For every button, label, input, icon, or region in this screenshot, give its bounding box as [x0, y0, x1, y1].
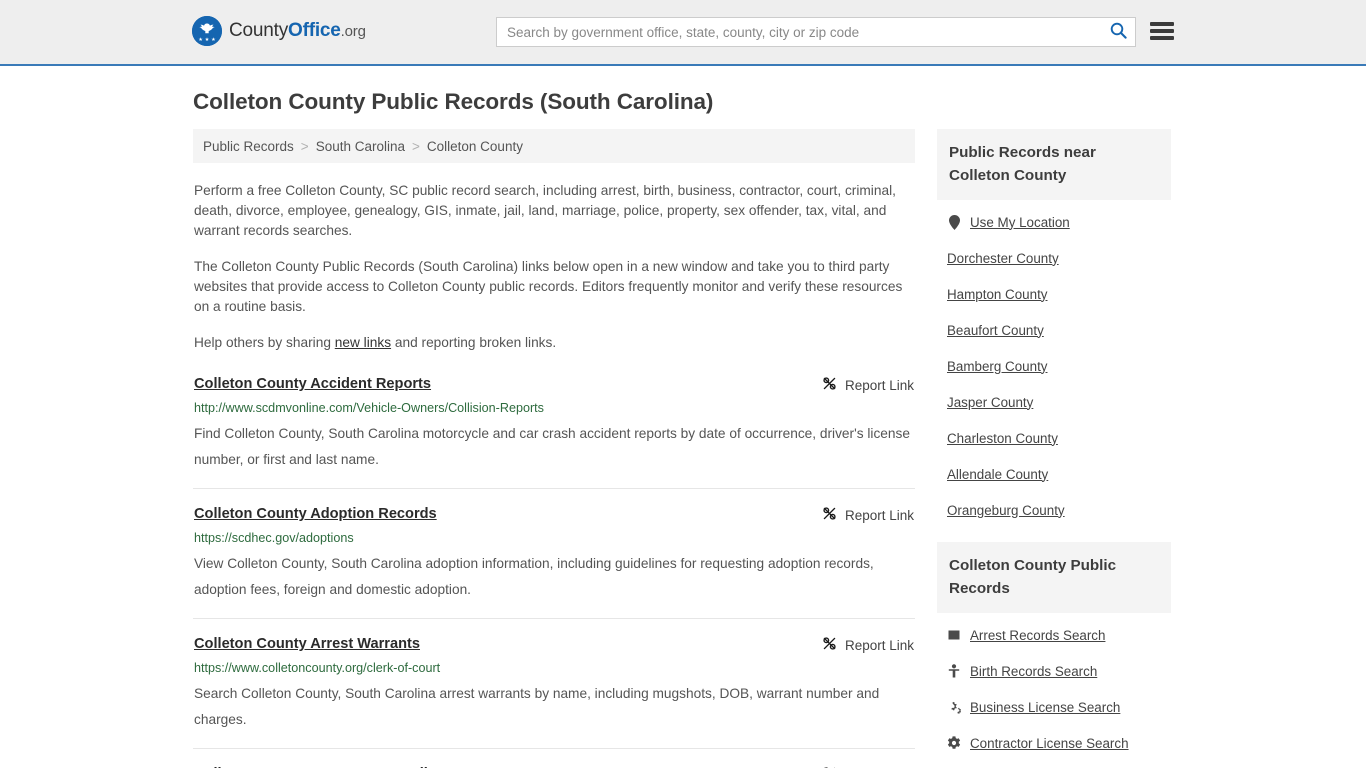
- result-item: Colleton County Arrest Warrants Report L…: [193, 635, 915, 749]
- county-records-panel: Colleton County Public Records Arrest Re…: [937, 542, 1171, 768]
- baby-icon: [947, 664, 961, 679]
- sidebar-item-hampton-county[interactable]: Hampton County: [947, 276, 1171, 312]
- result-header: Colleton County Adoption Records Report …: [194, 505, 914, 524]
- sidebar-item-orangeburg-county[interactable]: Orangeburg County: [947, 492, 1171, 528]
- result-description: Find Colleton County, South Carolina mot…: [194, 426, 910, 467]
- intro-paragraph-3: Help others by sharing new links and rep…: [194, 333, 914, 353]
- report-link-button[interactable]: Report Link: [822, 635, 914, 654]
- cogs-icon: [947, 700, 961, 715]
- main-column: Public Records > South Carolina > Collet…: [193, 129, 915, 768]
- hamburger-bar: [1150, 22, 1174, 26]
- site-header: CountyOffice.org: [0, 0, 1366, 66]
- result-title-link[interactable]: Colleton County Arrest Warrants: [194, 635, 420, 654]
- intro-paragraph-2: The Colleton County Public Records (Sout…: [194, 259, 903, 314]
- search-icon: [1110, 22, 1127, 42]
- sidebar-link-label[interactable]: Jasper County: [947, 395, 1033, 410]
- new-links-link[interactable]: new links: [335, 335, 391, 350]
- sidebar-link-label[interactable]: Dorchester County: [947, 251, 1059, 266]
- sidebar-link-label[interactable]: Allendale County: [947, 467, 1048, 482]
- map-pin-icon: [947, 214, 961, 230]
- content-container: Colleton County Public Records (South Ca…: [193, 89, 1173, 768]
- result-title-link[interactable]: Colleton County Adoption Records: [194, 505, 437, 524]
- sidebar-item-beaufort-county[interactable]: Beaufort County: [947, 312, 1171, 348]
- search-input[interactable]: [497, 18, 1101, 46]
- report-link-label: Report Link: [844, 637, 914, 653]
- report-link-button[interactable]: Report Link: [822, 505, 914, 524]
- breadcrumb-item-south-carolina[interactable]: South Carolina: [316, 139, 405, 154]
- intro-p3-after: and reporting broken links.: [391, 335, 557, 350]
- sidebar-item-allendale-county[interactable]: Allendale County: [947, 456, 1171, 492]
- result-title-link[interactable]: Colleton County Accident Reports: [194, 375, 431, 394]
- hamburger-bar: [1150, 36, 1174, 40]
- result-item: Colleton County Accident Reports Report …: [193, 375, 915, 489]
- sidebar-item-birth-records-search[interactable]: Birth Records Search: [947, 653, 1171, 689]
- sidebar-link-label[interactable]: Bamberg County: [947, 359, 1047, 374]
- eagle-seal-icon: [192, 16, 222, 46]
- sidebar-item-court-records-search[interactable]: Court Records Search: [947, 761, 1171, 768]
- broken-link-icon: [822, 506, 837, 524]
- breadcrumb-item-colleton-county[interactable]: Colleton County: [427, 139, 523, 154]
- search-bar[interactable]: [496, 17, 1136, 47]
- sidebar-link-label[interactable]: Charleston County: [947, 431, 1058, 446]
- breadcrumb-separator: >: [300, 138, 309, 154]
- header-inner: CountyOffice.org: [0, 0, 1366, 64]
- brand-part-office: Office: [288, 20, 341, 41]
- result-item: Colleton County Adoption Records Report …: [193, 505, 915, 619]
- broken-link-icon: [822, 376, 837, 394]
- report-link-label: Report Link: [844, 377, 914, 393]
- breadcrumb: Public Records > South Carolina > Collet…: [193, 129, 915, 163]
- sidebar-link-label[interactable]: Birth Records Search: [970, 664, 1097, 679]
- brand-part-org: .org: [340, 23, 366, 40]
- gear-icon: [947, 736, 961, 751]
- sidebar-item-business-license-search[interactable]: Business License Search: [947, 689, 1171, 725]
- hamburger-menu-icon[interactable]: [1150, 20, 1174, 42]
- sidebar-item-jasper-county[interactable]: Jasper County: [947, 384, 1171, 420]
- nearby-county-list: Use My Location Dorchester County Hampto…: [937, 200, 1171, 528]
- report-link-button[interactable]: Report Link: [822, 375, 914, 394]
- result-header: Colleton County Arrest Warrants Report L…: [194, 635, 914, 654]
- result-description: View Colleton County, South Carolina ado…: [194, 556, 874, 597]
- result-header: Colleton County Accident Reports Report …: [194, 375, 914, 394]
- square-icon: [947, 628, 961, 643]
- sidebar-item-contractor-license-search[interactable]: Contractor License Search: [947, 725, 1171, 761]
- nearby-records-panel: Public Records near Colleton County Use …: [937, 129, 1171, 528]
- records-panel-heading: Colleton County Public Records: [937, 542, 1171, 613]
- result-url[interactable]: https://scdhec.gov/adoptions: [194, 530, 914, 546]
- site-logo[interactable]: CountyOffice.org: [192, 16, 366, 46]
- sidebar-link-label[interactable]: Hampton County: [947, 287, 1047, 302]
- sidebar-link-label[interactable]: Use My Location: [970, 215, 1070, 230]
- sidebar-item-dorchester-county[interactable]: Dorchester County: [947, 240, 1171, 276]
- intro-p3-before: Help others by sharing: [194, 335, 335, 350]
- sidebar-link-label[interactable]: Arrest Records Search: [970, 628, 1105, 643]
- breadcrumb-separator: >: [412, 138, 420, 154]
- broken-link-icon: [822, 636, 837, 654]
- breadcrumb-item-public-records[interactable]: Public Records: [203, 139, 294, 154]
- sidebar-link-label[interactable]: Beaufort County: [947, 323, 1044, 338]
- report-link-label: Report Link: [844, 507, 914, 523]
- records-search-list: Arrest Records Search Birth Records Sear…: [937, 613, 1171, 768]
- brand-part-county: County: [229, 20, 289, 41]
- page-title: Colleton County Public Records (South Ca…: [193, 89, 714, 114]
- sidebar-item-bamberg-county[interactable]: Bamberg County: [947, 348, 1171, 384]
- sidebar-link-label[interactable]: Contractor License Search: [970, 736, 1129, 751]
- site-logo-text: CountyOffice.org: [229, 20, 366, 42]
- content-columns: Public Records > South Carolina > Collet…: [193, 129, 1173, 768]
- sidebar-link-label[interactable]: Orangeburg County: [947, 503, 1065, 518]
- sidebar-link-label[interactable]: Business License Search: [970, 700, 1120, 715]
- sidebar-item-charleston-county[interactable]: Charleston County: [947, 420, 1171, 456]
- sidebar-item-arrest-records-search[interactable]: Arrest Records Search: [947, 617, 1171, 653]
- page-body: Colleton County Public Records (South Ca…: [0, 89, 1366, 768]
- sidebar: Public Records near Colleton County Use …: [937, 129, 1171, 768]
- sidebar-item-use-my-location[interactable]: Use My Location: [947, 204, 1171, 240]
- intro-text: Perform a free Colleton County, SC publi…: [193, 181, 915, 353]
- search-button[interactable]: [1101, 18, 1135, 46]
- result-url[interactable]: http://www.scdmvonline.com/Vehicle-Owner…: [194, 400, 914, 416]
- result-url[interactable]: https://www.colletoncounty.org/clerk-of-…: [194, 660, 914, 676]
- hamburger-bar: [1150, 29, 1174, 33]
- nearby-panel-heading: Public Records near Colleton County: [937, 129, 1171, 200]
- intro-paragraph-1: Perform a free Colleton County, SC publi…: [194, 183, 896, 238]
- result-description: Search Colleton County, South Carolina a…: [194, 686, 880, 727]
- results-list: Colleton County Accident Reports Report …: [193, 375, 915, 768]
